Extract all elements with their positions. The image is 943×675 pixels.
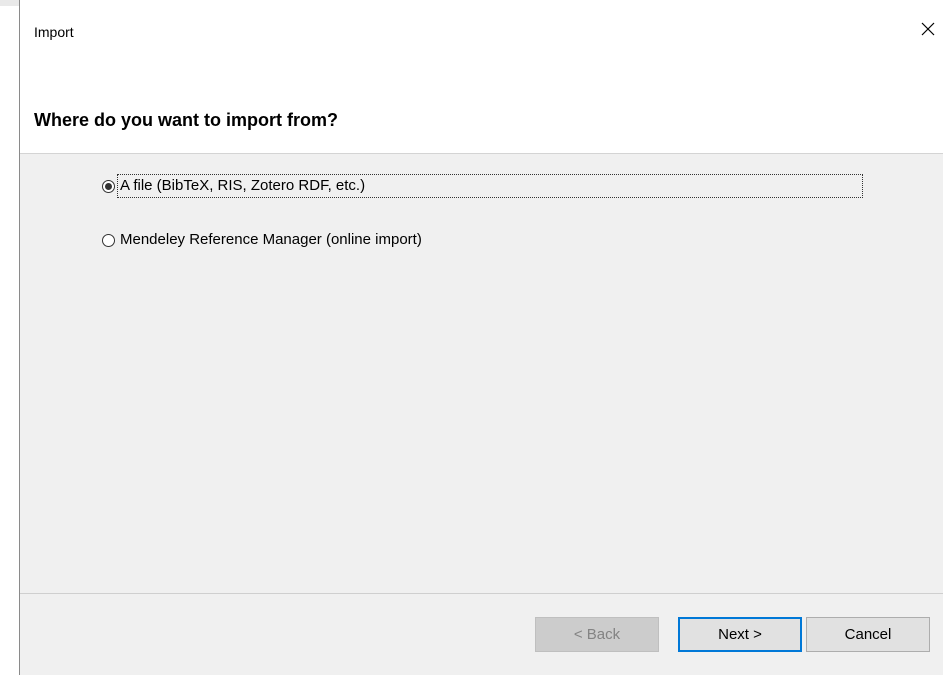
title-bar: Import [20, 0, 943, 64]
window-title: Import [34, 24, 74, 40]
close-icon [921, 22, 935, 36]
wizard-footer: < Back Next > Cancel [20, 593, 943, 675]
wizard-header: Where do you want to import from? [20, 64, 943, 154]
radio-mendeley[interactable] [102, 233, 115, 247]
back-button[interactable]: < Back [535, 617, 659, 652]
option-mendeley-label[interactable]: Mendeley Reference Manager (online impor… [118, 229, 424, 251]
import-dialog: Import Where do you want to import from?… [19, 0, 943, 675]
option-mendeley[interactable]: Mendeley Reference Manager (online impor… [102, 228, 424, 252]
option-file[interactable]: A file (BibTeX, RIS, Zotero RDF, etc.) [102, 174, 863, 198]
cancel-button-label: Cancel [844, 626, 892, 643]
page-title: Where do you want to import from? [34, 110, 338, 130]
cancel-button[interactable]: Cancel [806, 617, 930, 652]
close-button[interactable] [913, 14, 943, 44]
wizard-content: A file (BibTeX, RIS, Zotero RDF, etc.) M… [20, 154, 943, 593]
next-button[interactable]: Next > [678, 617, 802, 652]
back-button-label: < Back [573, 626, 621, 643]
option-file-label[interactable]: A file (BibTeX, RIS, Zotero RDF, etc.) [117, 174, 863, 198]
radio-file[interactable] [102, 179, 115, 193]
next-button-label: Next > [718, 626, 762, 643]
